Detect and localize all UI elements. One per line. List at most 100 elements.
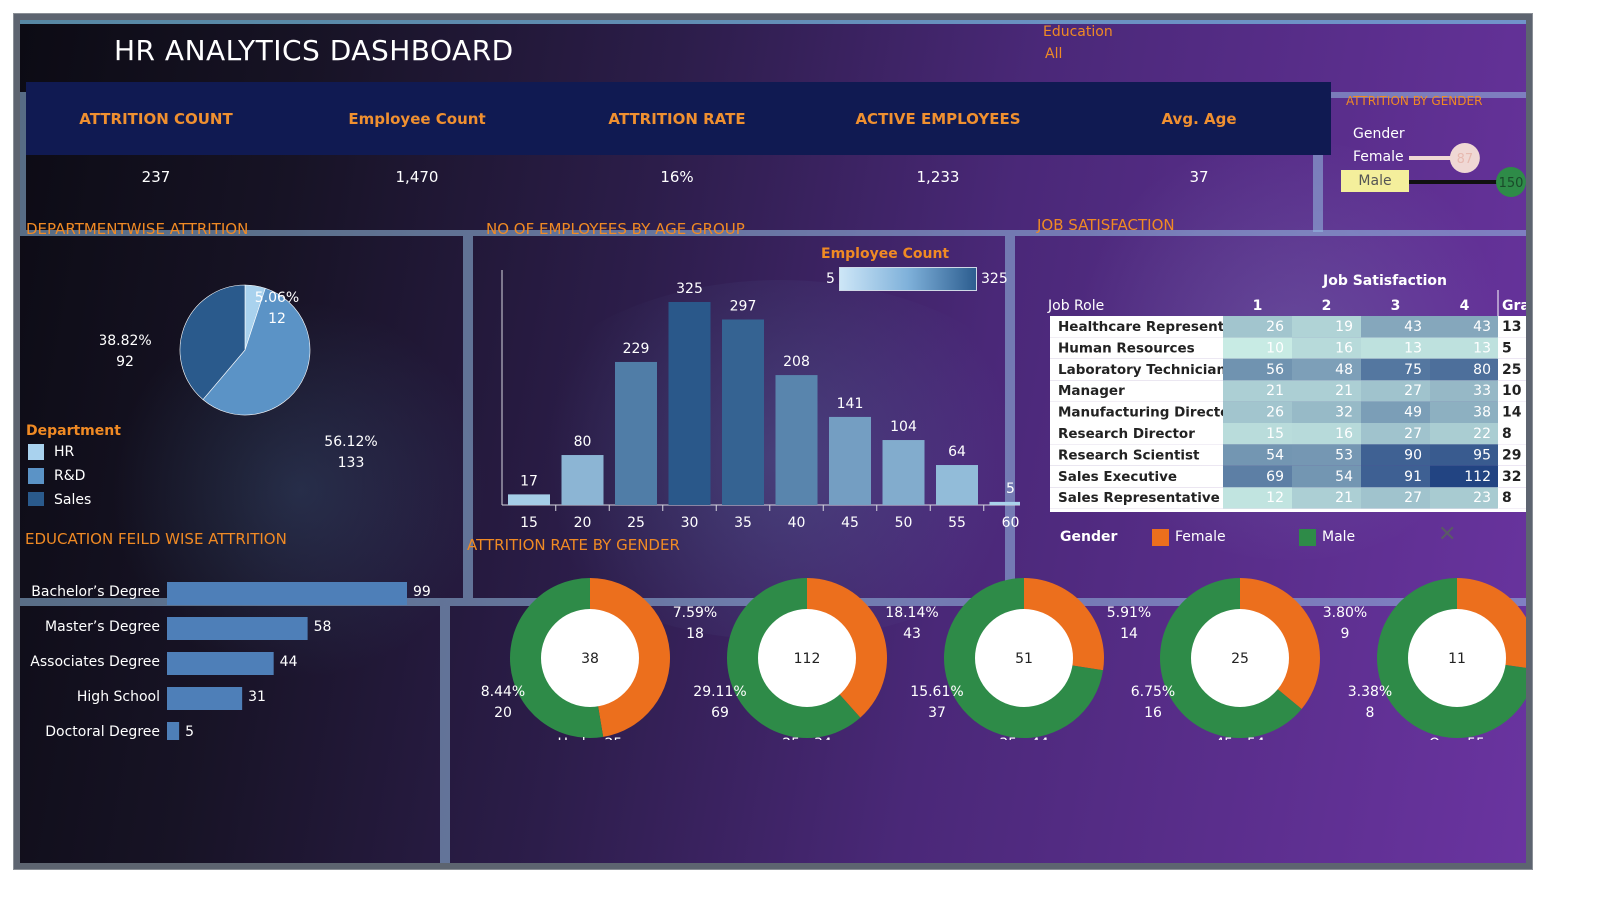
- pie-percent-label: 56.12%: [324, 434, 377, 450]
- close-icon[interactable]: ✕: [1438, 522, 1456, 547]
- kpi-attrition-rate-label: ATTRITION RATE: [608, 110, 746, 128]
- education-bar-label: Master’s Degree: [45, 619, 160, 635]
- table-cell-value: 112: [1464, 469, 1491, 485]
- kpi-avg-age-label: Avg. Age: [1161, 110, 1237, 128]
- attrition-by-gender-header: Gender: [1353, 126, 1405, 142]
- kpi-avg-age-value: 37: [1189, 168, 1209, 186]
- donut-female-count: 18: [686, 626, 704, 642]
- x-tick-label: 35: [734, 515, 752, 531]
- x-tick-label: 25: [627, 515, 645, 531]
- table-cell-value: 12: [1266, 490, 1284, 506]
- table-cell-value: 49: [1404, 405, 1422, 421]
- legend-swatch-hr: [28, 444, 44, 460]
- donut-category-label: 45 - 54: [1215, 736, 1265, 740]
- bar-value-label: 80: [574, 434, 592, 450]
- bar-age-30: [668, 302, 711, 505]
- education-bar-value: 5: [185, 724, 194, 740]
- table-cell-value: 95: [1473, 447, 1491, 463]
- legend-item-hr[interactable]: HR: [28, 444, 74, 460]
- table-row-total: 14: [1502, 405, 1522, 421]
- education-bar-value: 44: [280, 654, 298, 670]
- donut-center-value: 51: [1015, 651, 1033, 667]
- department-pie-chart: 5.06% 12 56.12% 133 38.82% 92: [100, 284, 378, 470]
- table-cell-value: 23: [1473, 490, 1491, 506]
- education-filter-value[interactable]: All: [1045, 46, 1062, 62]
- bar-value-label: 141: [837, 396, 864, 412]
- x-tick-label: 40: [788, 515, 806, 531]
- table-cell-value: 38: [1473, 405, 1491, 421]
- table-row-label: Research Director: [1058, 426, 1195, 442]
- table-cell-value: 21: [1335, 490, 1353, 506]
- legend-label: R&D: [54, 468, 86, 484]
- donut-male-percent: 29.11%: [693, 684, 746, 700]
- dashboard-title: HR ANALYTICS DASHBOARD: [114, 34, 514, 67]
- table-cell-value: 56: [1266, 362, 1284, 378]
- table-row-label: Sales Representative: [1058, 490, 1220, 506]
- bar-age-50: [882, 440, 925, 505]
- x-tick-label: 55: [948, 515, 966, 531]
- gender-legend-title: Gender: [1060, 529, 1118, 545]
- x-tick-label: 50: [895, 515, 913, 531]
- donut-female-percent: 5.91%: [1107, 605, 1151, 621]
- dashboard-frame: HR ANALYTICS DASHBOARD Education All ATT…: [14, 14, 1532, 869]
- job-satisfaction-section-title: JOB SATISFACTION: [1037, 216, 1175, 234]
- donut-male-count: 16: [1144, 705, 1162, 721]
- table-cell-value: 53: [1335, 447, 1353, 463]
- legend-swatch-rnd: [28, 468, 44, 484]
- table-cell-value: 33: [1473, 383, 1491, 399]
- legend-swatch-female: [1152, 529, 1169, 546]
- employee-count-color-ramp: [839, 267, 977, 291]
- table-cell-value: 54: [1335, 469, 1353, 485]
- donut-female-percent: 18.14%: [885, 605, 938, 621]
- kpi-employee-count-label: Employee Count: [348, 110, 486, 128]
- education-bar-value: 58: [314, 619, 332, 635]
- table-cell-value: 27: [1404, 490, 1422, 506]
- education-bar: [167, 617, 308, 640]
- donut-female-percent: 3.80%: [1323, 605, 1367, 621]
- table-cell-value: 22: [1473, 426, 1491, 442]
- legend-label: HR: [54, 444, 75, 460]
- table-row-label: Research Scientist: [1058, 447, 1200, 463]
- table-cell-value: 16: [1335, 340, 1353, 356]
- table-row-label: Laboratory Technician: [1058, 362, 1226, 378]
- table-cell-value: 13: [1473, 340, 1491, 356]
- kpi-active-employees-value: 1,233: [916, 168, 960, 186]
- legend-item-rnd[interactable]: R&D: [28, 468, 85, 484]
- donut-female-count: 9: [1341, 626, 1350, 642]
- table-cell-value: 26: [1266, 319, 1284, 335]
- donut-male-percent: 3.38%: [1348, 684, 1392, 700]
- table-cell-value: 27: [1404, 383, 1422, 399]
- panel-gap: [20, 20, 1526, 24]
- donut-male-percent: 8.44%: [481, 684, 525, 700]
- x-tick-label: 60: [1002, 515, 1020, 531]
- donut-center-value: 11: [1448, 651, 1466, 667]
- education-bar-label: Associates Degree: [30, 654, 160, 670]
- donut-male-count: 37: [928, 705, 946, 721]
- table-column-title: Job Satisfaction: [1322, 273, 1447, 289]
- dashboard-canvas: HR ANALYTICS DASHBOARD Education All ATT…: [20, 20, 1526, 863]
- department-legend-title: Department: [26, 423, 121, 439]
- bar-age-35: [722, 319, 764, 505]
- x-tick-label: 15: [520, 515, 538, 531]
- kpi-attrition-count-value: 237: [141, 168, 171, 186]
- legend-item-sales[interactable]: Sales: [28, 492, 91, 506]
- attrition-by-gender-male-label[interactable]: Male: [1341, 170, 1409, 192]
- kpi-band: ATTRITION COUNT Employee Count ATTRITION…: [26, 82, 1331, 155]
- age-group-section-title: NO OF EMPLOYEES BY AGE GROUP: [486, 220, 745, 238]
- table-row-label: Human Resources: [1058, 340, 1195, 356]
- donut-category-label: 35 - 44: [999, 736, 1049, 740]
- table-row-total: 29: [1502, 447, 1521, 463]
- legend-item-male[interactable]: Male: [1322, 529, 1355, 545]
- education-section-title: EDUCATION FEILD WISE ATTRITION: [25, 530, 287, 548]
- gender-legend: Gender Female Male: [1060, 528, 1420, 552]
- kpi-active-employees-label: ACTIVE EMPLOYEES: [855, 110, 1021, 128]
- attrition-by-gender-female-label[interactable]: Female: [1353, 149, 1404, 165]
- table-row-header: Job Role: [1047, 298, 1104, 314]
- bar-value-label: 104: [890, 419, 917, 435]
- table-cell-value: 69: [1266, 469, 1284, 485]
- job-satisfaction-table: Job SatisfactionJob Role1234Grand THealt…: [1047, 273, 1526, 512]
- table-cell-value: 90: [1404, 447, 1422, 463]
- legend-item-female[interactable]: Female: [1175, 529, 1226, 545]
- education-bar: [167, 582, 407, 605]
- table-cell-value: 91: [1404, 469, 1422, 485]
